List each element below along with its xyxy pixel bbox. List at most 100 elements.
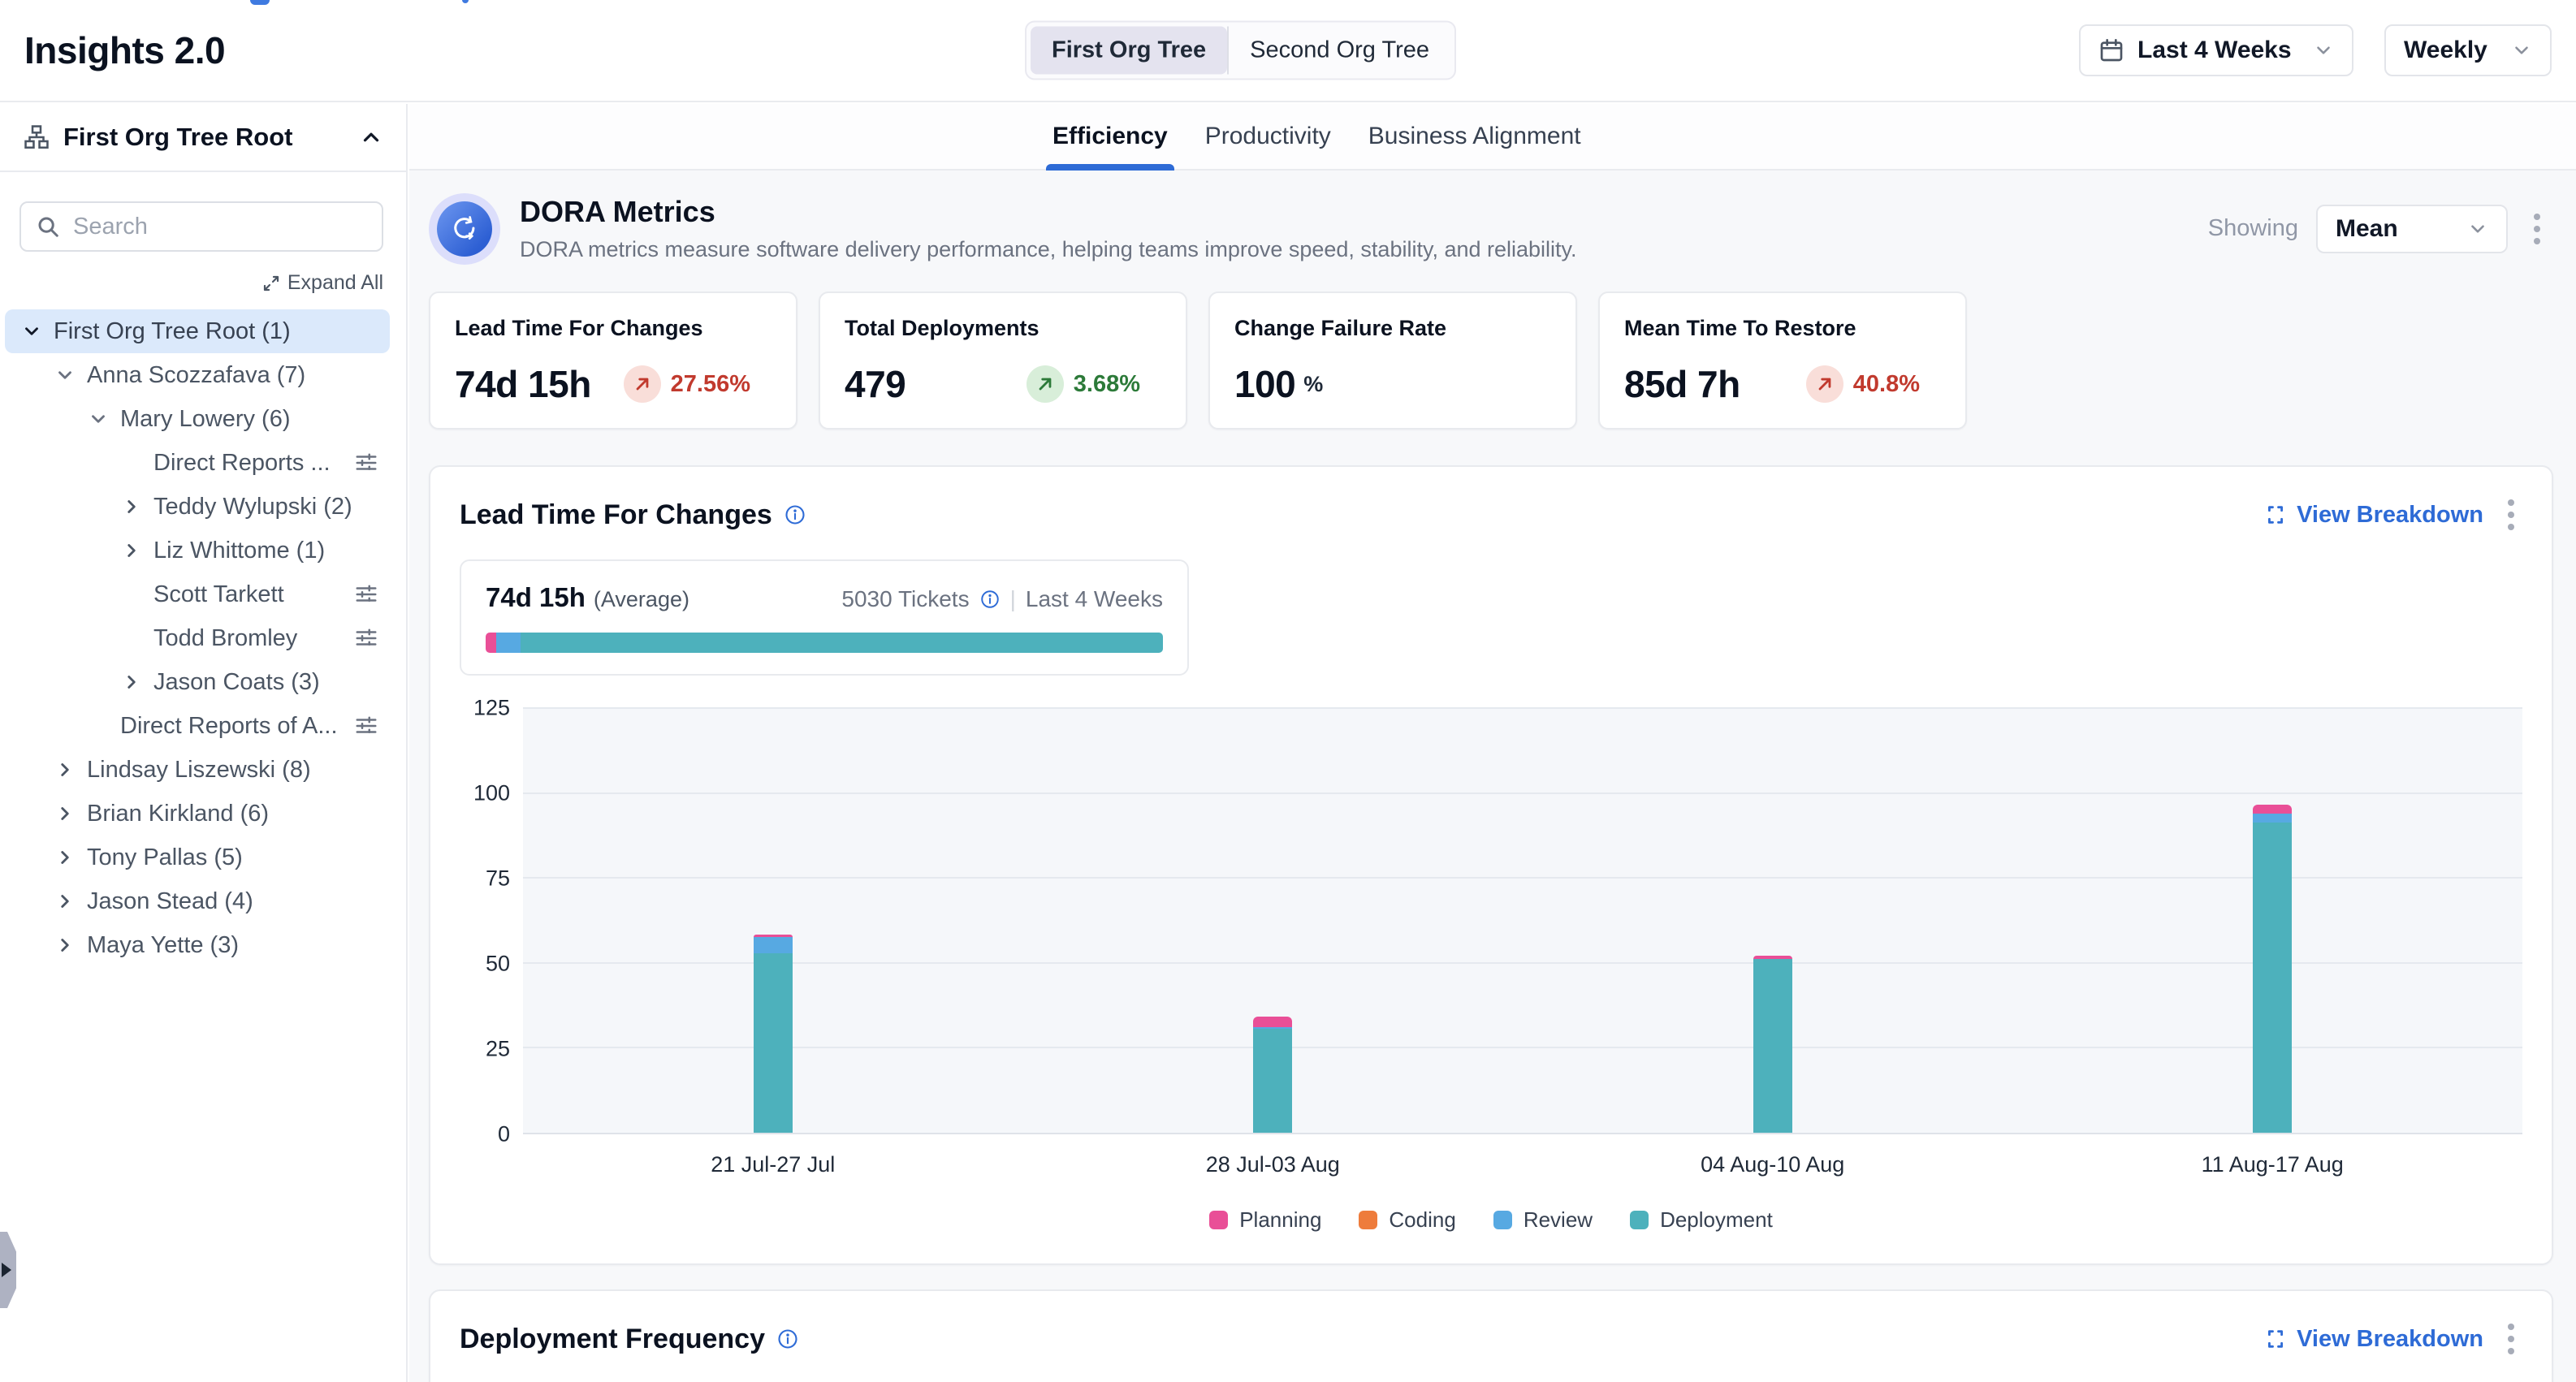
tree-row-tony-pallas-5[interactable]: Tony Pallas (5): [5, 836, 390, 879]
phase-distribution-bar: [486, 633, 1163, 653]
tree-node-label: Jason Stead (4): [87, 888, 253, 915]
tab-business-alignment[interactable]: Business Alignment: [1368, 104, 1581, 169]
org-toggle-second-org-tree[interactable]: Second Org Tree: [1227, 27, 1450, 75]
filter-sliders-icon[interactable]: [354, 582, 378, 607]
chevron-right-icon[interactable]: [53, 847, 77, 868]
bar-segment-review: [754, 937, 793, 953]
collapse-chevron-up-icon[interactable]: [359, 125, 383, 149]
trend-badge: 40.8%: [1806, 365, 1920, 403]
org-tree: First Org Tree Root (1) Anna Scozzafava (…: [0, 309, 406, 967]
legend-swatch: [1359, 1211, 1377, 1229]
tree-row-first-org-tree-root-1[interactable]: First Org Tree Root (1): [5, 309, 390, 353]
tree-node-label: First Org Tree Root (1): [54, 318, 291, 345]
tab-label: Efficiency: [1052, 123, 1168, 150]
tree-row-mary-lowery-6[interactable]: Mary Lowery (6): [5, 397, 390, 441]
tree-row-maya-yette-3[interactable]: Maya Yette (3): [5, 923, 390, 967]
metric-card-mean-time-to-restore: Mean Time To Restore85d 7h40.8%: [1598, 292, 1967, 430]
metric-label: Mean Time To Restore: [1624, 316, 1941, 341]
stacked-bar-11-aug-17-aug[interactable]: [2253, 805, 2292, 1133]
active-tab-underline: [1046, 164, 1174, 171]
info-icon[interactable]: [979, 589, 1001, 610]
expand-all-button[interactable]: Expand All: [0, 271, 383, 295]
filter-sliders-icon[interactable]: [354, 626, 378, 650]
chevron-right-icon[interactable]: [53, 935, 77, 956]
stacked-bar-04-aug-10-aug[interactable]: [1753, 956, 1792, 1133]
tree-node-label: Lindsay Liszewski (8): [87, 757, 311, 784]
y-tick-label: 0: [498, 1122, 510, 1147]
tree-node-label: Direct Reports ...: [153, 450, 331, 477]
metric-card-lead-time-for-changes: Lead Time For Changes74d 15h27.56%: [429, 292, 797, 430]
sidebar-search[interactable]: [19, 201, 383, 252]
info-icon[interactable]: [784, 503, 806, 526]
stacked-bar-21-jul-27-jul[interactable]: [754, 935, 793, 1133]
chevron-down-icon: [2313, 40, 2334, 61]
dora-header: DORA Metrics DORA metrics measure softwa…: [429, 195, 2553, 262]
org-sidebar: First Org Tree Root Expand All First Org…: [0, 104, 408, 1382]
lead-time-more-menu[interactable]: [2500, 493, 2522, 537]
dora-text: DORA Metrics DORA metrics measure softwa…: [520, 195, 1577, 262]
top-bar: Insights 2.0 First Org TreeSecond Org Tr…: [0, 0, 2576, 102]
trend-delta: 40.8%: [1853, 371, 1920, 398]
chevron-right-icon[interactable]: [119, 540, 144, 561]
info-icon[interactable]: [776, 1328, 799, 1350]
tree-row-brian-kirkland-6[interactable]: Brian Kirkland (6): [5, 792, 390, 836]
deployment-more-menu[interactable]: [2500, 1317, 2522, 1361]
tab-productivity[interactable]: Productivity: [1205, 104, 1331, 169]
bar-segment-review: [2253, 814, 2292, 823]
view-breakdown-button[interactable]: View Breakdown: [2264, 502, 2483, 529]
x-axis: 21 Jul-27 Jul28 Jul-03 Aug04 Aug-10 Aug1…: [523, 1152, 2522, 1185]
filter-sliders-icon[interactable]: [354, 714, 378, 738]
legend-swatch: [1493, 1211, 1512, 1229]
expand-all-label: Expand All: [287, 271, 383, 295]
lead-time-panel-header: Lead Time For Changes View: [460, 493, 2522, 537]
dora-more-menu[interactable]: [2526, 207, 2548, 251]
tree-row-jason-stead-4[interactable]: Jason Stead (4): [5, 879, 390, 923]
divider: |: [1010, 586, 1016, 612]
bar-segment-deployment: [754, 953, 793, 1133]
aggregation-select[interactable]: Mean: [2316, 205, 2508, 253]
date-range-value: Last 4 Weeks: [2137, 37, 2292, 64]
stacked-bar-28-jul-03-aug[interactable]: [1253, 1017, 1292, 1133]
chevron-down-icon[interactable]: [19, 321, 44, 342]
search-input[interactable]: [73, 214, 367, 240]
gridline: [523, 792, 2522, 794]
showing-label: Showing: [2208, 215, 2298, 242]
deployment-actions: View Breakdown: [2264, 1317, 2522, 1361]
chevron-down-icon[interactable]: [53, 365, 77, 386]
gridline: [523, 707, 2522, 709]
x-tick-label: 11 Aug-17 Aug: [2202, 1152, 2344, 1177]
view-breakdown-label: View Breakdown: [2297, 1326, 2483, 1353]
browser-artifact: [250, 0, 270, 5]
tree-row-direct-reports-of-a[interactable]: Direct Reports of A...: [5, 704, 390, 748]
y-tick-label: 75: [486, 866, 510, 892]
view-breakdown-button[interactable]: View Breakdown: [2264, 1326, 2483, 1353]
granularity-select[interactable]: Weekly: [2384, 24, 2552, 76]
aggregation-value: Mean: [2336, 215, 2398, 243]
org-tree-toggle[interactable]: First Org TreeSecond Org Tree: [1025, 21, 1456, 80]
gridline: [523, 877, 2522, 879]
tree-row-liz-whittome-1[interactable]: Liz Whittome (1): [5, 529, 390, 572]
date-range-select[interactable]: Last 4 Weeks: [2079, 24, 2353, 76]
tree-row-jason-coats-3[interactable]: Jason Coats (3): [5, 660, 390, 704]
tab-efficiency[interactable]: Efficiency: [1052, 104, 1168, 169]
app-title: Insights 2.0: [24, 28, 225, 72]
tree-row-direct-reports[interactable]: Direct Reports ...: [5, 441, 390, 485]
tree-row-lindsay-liszewski-8[interactable]: Lindsay Liszewski (8): [5, 748, 390, 792]
filter-sliders-icon[interactable]: [354, 451, 378, 475]
tree-row-anna-scozzafava-7[interactable]: Anna Scozzafava (7): [5, 353, 390, 397]
chevron-down-icon[interactable]: [86, 408, 110, 430]
chevron-right-icon[interactable]: [53, 759, 77, 780]
metric-value: 479: [845, 362, 905, 406]
tree-row-scott-tarkett[interactable]: Scott Tarkett: [5, 572, 390, 616]
tree-row-teddy-wylupski-2[interactable]: Teddy Wylupski (2): [5, 485, 390, 529]
chevron-right-icon[interactable]: [53, 803, 77, 824]
insights-app: Insights 2.0 First Org TreeSecond Org Tr…: [0, 0, 2576, 1382]
bar-segment-deployment: [2253, 823, 2292, 1133]
org-toggle-first-org-tree[interactable]: First Org Tree: [1031, 27, 1227, 75]
chevron-right-icon[interactable]: [119, 496, 144, 517]
trend-badge: 3.68%: [1027, 365, 1140, 403]
tree-row-todd-bromley[interactable]: Todd Bromley: [5, 616, 390, 660]
bar-segment-deployment: [521, 633, 1163, 653]
chevron-right-icon[interactable]: [119, 672, 144, 693]
chevron-right-icon[interactable]: [53, 891, 77, 912]
